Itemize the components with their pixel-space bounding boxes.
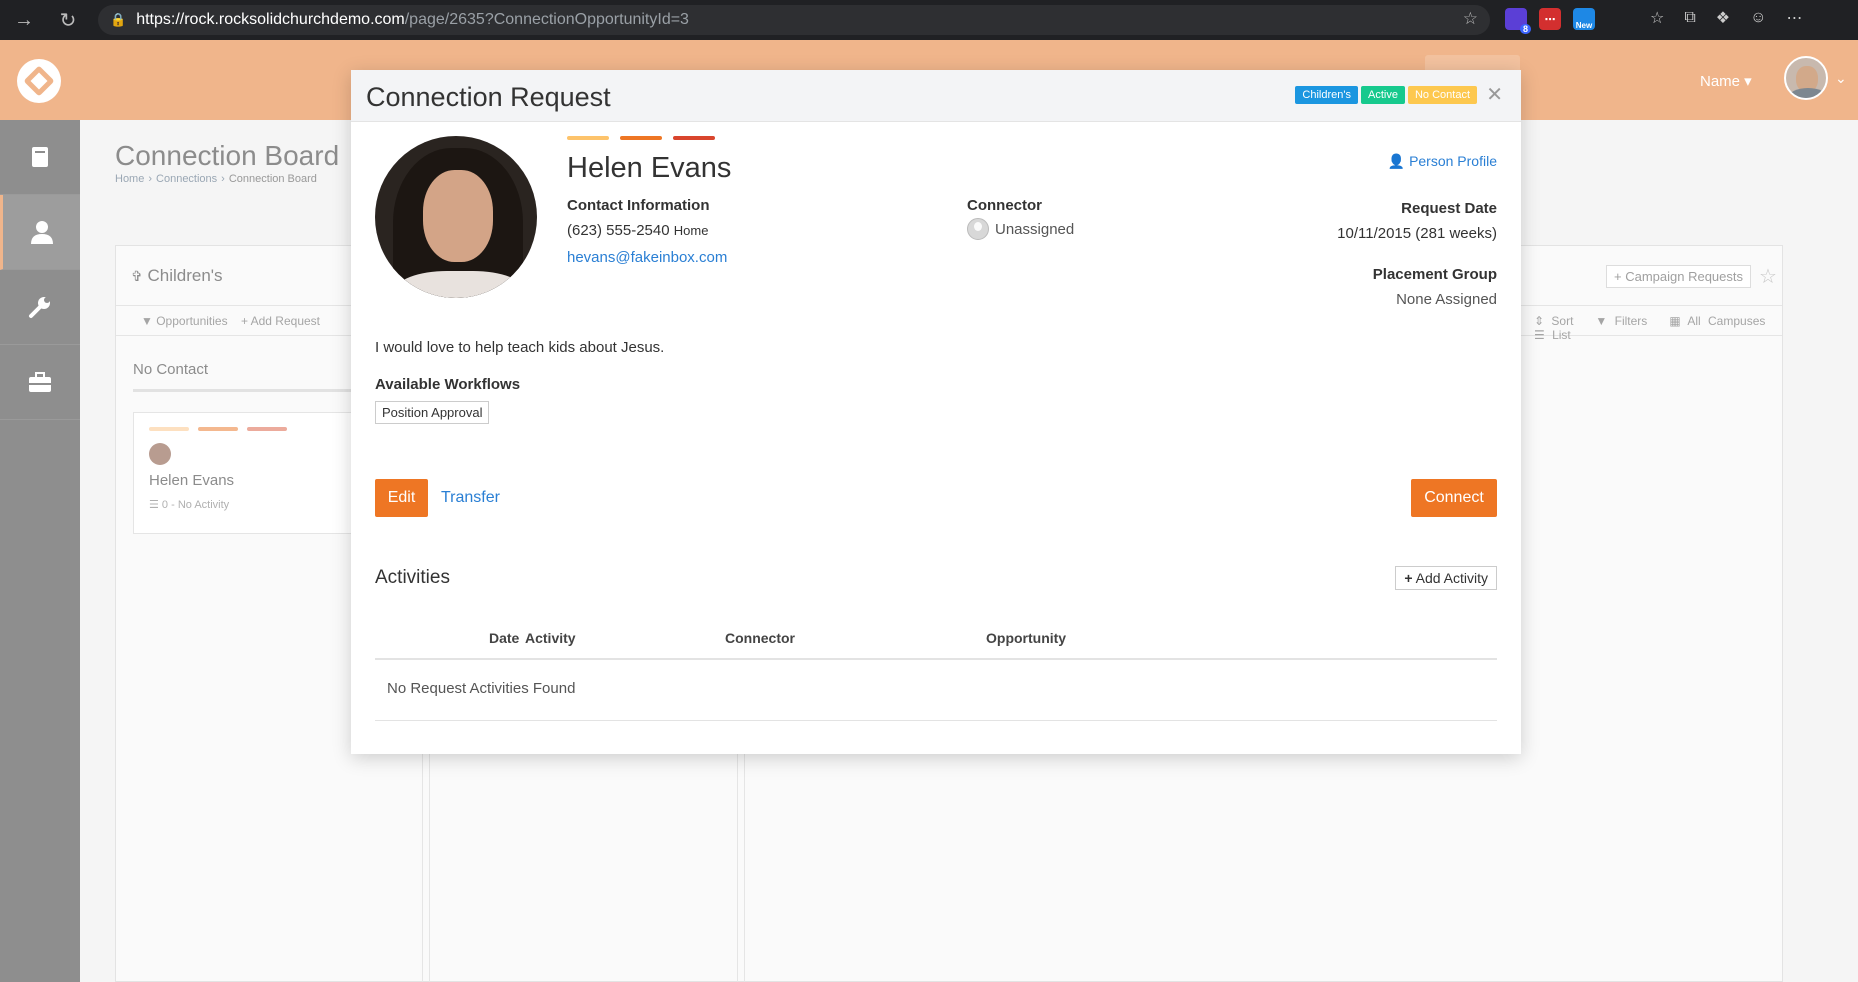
connector-label: Connector (967, 197, 1042, 214)
column-header-date[interactable]: Date (489, 630, 519, 646)
browser-toolbar: → ↻ 🔒 https://rock.rocksolidchurchdemo.c… (0, 0, 1858, 40)
badge-status: Active (1361, 86, 1405, 104)
campuses-button[interactable]: ▦ All Campuses (1669, 314, 1765, 328)
lock-icon: 🔒 (110, 12, 127, 27)
list-view-button[interactable]: ☰ List (1534, 328, 1571, 342)
request-card[interactable]: Helen Evans ☰ 0 - No Activity (133, 412, 363, 534)
sidebar-item-tools[interactable] (0, 270, 80, 345)
sidebar-item-briefcase[interactable] (0, 345, 80, 420)
person-name: Helen Evans (567, 152, 732, 184)
breadcrumb-current: Connection Board (228, 173, 317, 185)
connect-button[interactable]: Connect (1411, 479, 1497, 517)
extension-badge-count: 8 (1519, 24, 1531, 34)
modal-title: Connection Request (366, 82, 611, 112)
card-name: Helen Evans (149, 472, 235, 489)
browser-actions: ☆ ⧉ ❖ ☺ ⋯ (1650, 8, 1802, 28)
connection-request-modal: Connection Request Children's Active No … (351, 70, 1521, 754)
campaign-requests-button[interactable]: + Campaign Requests (1606, 265, 1752, 288)
favorite-star-icon[interactable]: ☆ (1463, 9, 1478, 29)
connector-avatar-icon (967, 218, 989, 240)
extension-red-icon[interactable]: ⋯ (1539, 8, 1561, 30)
column-header-opportunity[interactable]: Opportunity (986, 630, 1066, 646)
user-menu[interactable]: Name ▾ (1700, 72, 1752, 90)
breadcrumb-home[interactable]: Home (115, 173, 144, 185)
profile-icon[interactable]: ☺ (1750, 9, 1766, 27)
close-icon[interactable]: ✕ (1486, 82, 1503, 107)
modal-header: Connection Request Children's Active No … (351, 70, 1521, 122)
activities-empty-row: No Request Activities Found (375, 660, 1497, 721)
add-activity-button[interactable]: + Add Activity (1395, 566, 1497, 590)
book-icon (32, 147, 48, 167)
transfer-button[interactable]: Transfer (441, 489, 500, 507)
placement-group-label: Placement Group (1372, 266, 1497, 283)
phone-number: (623) 555-2540 Home (567, 222, 709, 239)
person-photo (375, 136, 537, 298)
status-bar-3 (673, 136, 715, 140)
badge-state: No Contact (1407, 86, 1477, 104)
add-request-button[interactable]: + Add Request (241, 314, 320, 328)
favorites-icon[interactable]: ☆ (1650, 8, 1664, 28)
chevron-down-icon[interactable]: ⌄ (1835, 70, 1847, 87)
badge-group: Children's Active No Contact (1295, 86, 1477, 104)
star-icon[interactable]: ☆ (1759, 264, 1777, 289)
email-link[interactable]: hevans@fakeinbox.com (567, 249, 727, 266)
user-name-label: Name (1700, 73, 1741, 90)
request-date-label: Request Date (1401, 200, 1497, 217)
person-icon (30, 221, 53, 244)
badge-opportunity: Children's (1295, 86, 1358, 104)
person-profile-link[interactable]: 👤 Person Profile (1388, 153, 1497, 170)
page-title: Connection Board (115, 140, 340, 171)
sidebar (0, 120, 80, 982)
filters-button[interactable]: ▼ Filters (1595, 314, 1647, 328)
extension-icons: 8 ⋯ New (1505, 8, 1595, 34)
column-header-connector[interactable]: Connector (725, 630, 795, 646)
connector-value: Unassigned (967, 218, 1074, 240)
extension-new-icon[interactable]: New (1573, 8, 1595, 30)
breadcrumb-connections[interactable]: Connections (156, 173, 217, 185)
request-date-value: 10/11/2015 (281 weeks) (1337, 225, 1497, 242)
column-header-activity[interactable]: Activity (525, 630, 576, 646)
status-bars (567, 136, 715, 140)
address-bar[interactable]: 🔒 https://rock.rocksolidchurchdemo.com/p… (98, 5, 1490, 35)
position-approval-button[interactable]: Position Approval (375, 401, 490, 424)
wrench-icon (29, 297, 50, 318)
sidebar-item-book[interactable] (0, 120, 80, 195)
status-bar-1 (567, 136, 609, 140)
extension-purple-icon[interactable]: 8 (1505, 8, 1531, 34)
forward-arrow-icon[interactable]: → (6, 0, 42, 40)
menu-dots-icon[interactable]: ⋯ (1786, 8, 1802, 28)
briefcase-icon (29, 372, 51, 392)
card-status-bars (149, 427, 287, 431)
user-avatar[interactable] (1784, 56, 1828, 100)
status-bar-2 (620, 136, 662, 140)
placement-group-value: None Assigned (1396, 291, 1497, 308)
column-divider (133, 389, 353, 392)
sidebar-item-people[interactable] (0, 195, 80, 270)
card-meta: ☰ 0 - No Activity (149, 499, 230, 511)
breadcrumb: Home › Connections › Connection Board (115, 173, 317, 185)
sort-button[interactable]: ⇕ Sort (1534, 314, 1573, 328)
child-icon: ✞ (131, 268, 143, 284)
opportunity-title: ✞ Children's (131, 266, 223, 285)
url-text: https://rock.rocksolidchurchdemo.com/pag… (136, 11, 689, 28)
extensions-icon[interactable]: ❖ (1716, 8, 1730, 28)
empty-message: No Request Activities Found (387, 680, 576, 697)
extension-new-label: New (1575, 21, 1593, 30)
card-avatar (149, 443, 171, 465)
edit-button[interactable]: Edit (375, 479, 428, 517)
activities-title: Activities (375, 567, 450, 588)
column-label: No Contact (133, 361, 209, 378)
refresh-icon[interactable]: ↻ (50, 0, 86, 40)
request-comment: I would love to help teach kids about Je… (375, 339, 665, 356)
collections-icon[interactable]: ⧉ (1684, 9, 1695, 27)
workflows-label: Available Workflows (375, 376, 521, 393)
plus-icon: + (1404, 570, 1413, 586)
rock-logo-icon[interactable] (17, 59, 61, 103)
user-icon: 👤 (1387, 153, 1406, 169)
contact-info-label: Contact Information (567, 197, 710, 214)
opportunities-button[interactable]: ▼ Opportunities (141, 314, 228, 328)
activities-table-header: Date Activity Connector Opportunity (375, 618, 1497, 660)
